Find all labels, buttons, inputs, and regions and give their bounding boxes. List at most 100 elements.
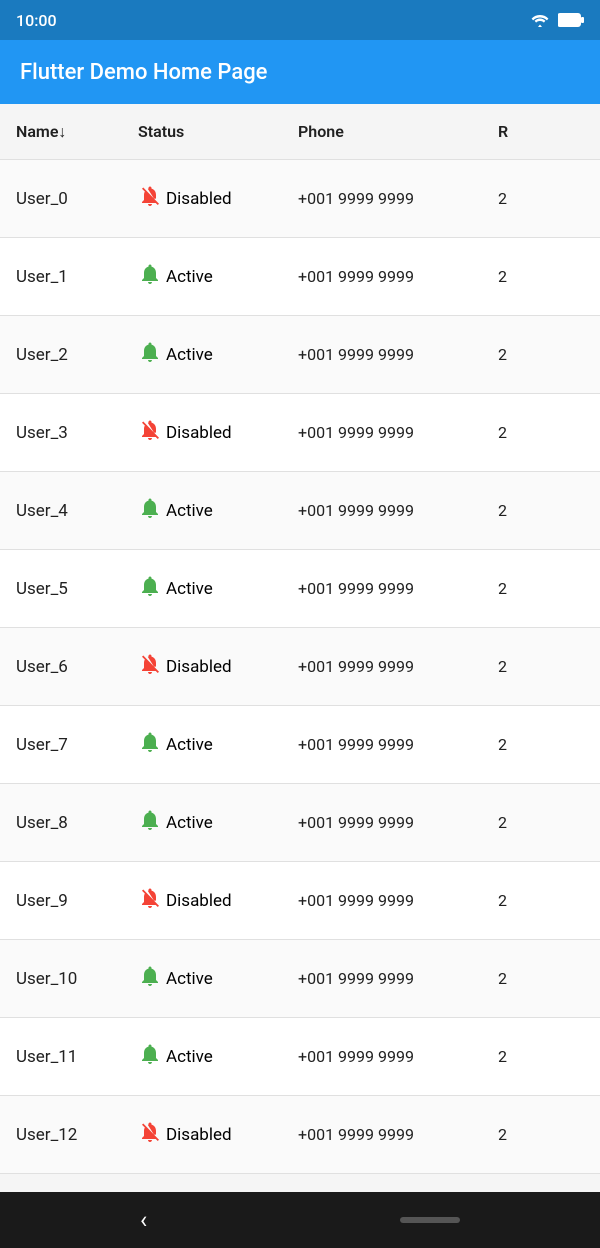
row-user-name: User_11: [8, 1047, 138, 1067]
bell-icon: [138, 808, 162, 837]
row-phone: +001 9999 9999: [298, 891, 498, 910]
table-row[interactable]: User_8 Active +001 9999 9999 2: [0, 784, 600, 862]
table-row[interactable]: User_0 Disabled +001 9999 9999 2: [0, 160, 600, 238]
row-phone: +001 9999 9999: [298, 1047, 498, 1066]
bottom-navigation-bar: ‹: [0, 1192, 600, 1248]
row-extra: 2: [498, 1047, 507, 1066]
status-bar: 10:00: [0, 0, 600, 40]
table-row[interactable]: User_12 Disabled +001 9999 9999 2: [0, 1096, 600, 1174]
table-row[interactable]: User_7 Active +001 9999 9999 2: [0, 706, 600, 784]
row-phone: +001 9999 9999: [298, 501, 498, 520]
status-label: Active: [166, 345, 213, 365]
row-phone: +001 9999 9999: [298, 579, 498, 598]
bell-icon: [138, 1042, 162, 1071]
row-user-name: User_5: [8, 579, 138, 599]
row-user-name: User_3: [8, 423, 138, 443]
table-row[interactable]: User_1 Active +001 9999 9999 2: [0, 238, 600, 316]
bell-icon: [138, 418, 162, 447]
row-user-name: User_0: [8, 189, 138, 209]
row-extra: 2: [498, 735, 507, 754]
bell-icon: [138, 1120, 162, 1149]
bell-icon: [138, 496, 162, 525]
row-phone: +001 9999 9999: [298, 969, 498, 988]
status-label: Active: [166, 969, 213, 989]
header-name[interactable]: Name↓: [8, 122, 138, 142]
row-status: Active: [138, 1042, 298, 1071]
row-user-name: User_6: [8, 657, 138, 677]
row-extra: 2: [498, 345, 507, 364]
status-label: Disabled: [166, 189, 232, 209]
status-label: Disabled: [166, 657, 232, 677]
row-status: Disabled: [138, 652, 298, 681]
row-status: Disabled: [138, 1120, 298, 1149]
row-phone: +001 9999 9999: [298, 813, 498, 832]
row-status: Active: [138, 964, 298, 993]
table-row[interactable]: User_2 Active +001 9999 9999 2: [0, 316, 600, 394]
bell-icon: [138, 886, 162, 915]
row-extra: 2: [498, 423, 507, 442]
row-user-name: User_12: [8, 1125, 138, 1145]
bell-icon: [138, 262, 162, 291]
row-extra: 2: [498, 1125, 507, 1144]
status-label: Disabled: [166, 423, 232, 443]
row-user-name: User_1: [8, 267, 138, 287]
home-pill[interactable]: [400, 1217, 460, 1223]
row-extra: 2: [498, 969, 507, 988]
header-phone: Phone: [298, 122, 498, 141]
row-phone: +001 9999 9999: [298, 657, 498, 676]
wifi-icon: [530, 13, 550, 27]
row-phone: +001 9999 9999: [298, 267, 498, 286]
status-label: Active: [166, 501, 213, 521]
row-extra: 2: [498, 813, 507, 832]
row-phone: +001 9999 9999: [298, 735, 498, 754]
bell-icon: [138, 340, 162, 369]
bell-icon: [138, 730, 162, 759]
table-row[interactable]: User_6 Disabled +001 9999 9999 2: [0, 628, 600, 706]
row-user-name: User_2: [8, 345, 138, 365]
table-header: Name↓ Status Phone R: [0, 104, 600, 160]
app-bar: Flutter Demo Home Page: [0, 40, 600, 104]
table-row[interactable]: User_4 Active +001 9999 9999 2: [0, 472, 600, 550]
header-extra: R: [498, 122, 508, 141]
bell-icon: [138, 964, 162, 993]
status-label: Active: [166, 813, 213, 833]
table-row[interactable]: User_11 Active +001 9999 9999 2: [0, 1018, 600, 1096]
row-extra: 2: [498, 267, 507, 286]
row-extra: 2: [498, 501, 507, 520]
row-phone: +001 9999 9999: [298, 189, 498, 208]
app-bar-title: Flutter Demo Home Page: [20, 60, 267, 85]
row-user-name: User_9: [8, 891, 138, 911]
row-status: Disabled: [138, 184, 298, 213]
status-label: Active: [166, 735, 213, 755]
row-status: Disabled: [138, 886, 298, 915]
status-icons: [530, 13, 584, 27]
row-status: Active: [138, 574, 298, 603]
row-status: Active: [138, 262, 298, 291]
table-row[interactable]: User_3 Disabled +001 9999 9999 2: [0, 394, 600, 472]
row-user-name: User_4: [8, 501, 138, 521]
row-status: Active: [138, 496, 298, 525]
bell-icon: [138, 574, 162, 603]
row-phone: +001 9999 9999: [298, 423, 498, 442]
row-status: Disabled: [138, 418, 298, 447]
table-row[interactable]: User_5 Active +001 9999 9999 2: [0, 550, 600, 628]
bell-icon: [138, 652, 162, 681]
row-phone: +001 9999 9999: [298, 1125, 498, 1144]
table-row[interactable]: User_10 Active +001 9999 9999 2: [0, 940, 600, 1018]
battery-icon: [558, 13, 584, 27]
row-status: Active: [138, 808, 298, 837]
status-label: Active: [166, 1047, 213, 1067]
status-label: Active: [166, 267, 213, 287]
row-extra: 2: [498, 891, 507, 910]
row-extra: 2: [498, 579, 507, 598]
back-button[interactable]: ‹: [140, 1206, 147, 1234]
status-label: Disabled: [166, 1125, 232, 1145]
row-phone: +001 9999 9999: [298, 345, 498, 364]
row-status: Active: [138, 730, 298, 759]
row-extra: 2: [498, 189, 507, 208]
table-row[interactable]: User_9 Disabled +001 9999 9999 2: [0, 862, 600, 940]
row-user-name: User_10: [8, 969, 138, 989]
table-body: User_0 Disabled +001 9999 9999 2 User_1 …: [0, 160, 600, 1192]
row-extra: 2: [498, 657, 507, 676]
status-label: Disabled: [166, 891, 232, 911]
